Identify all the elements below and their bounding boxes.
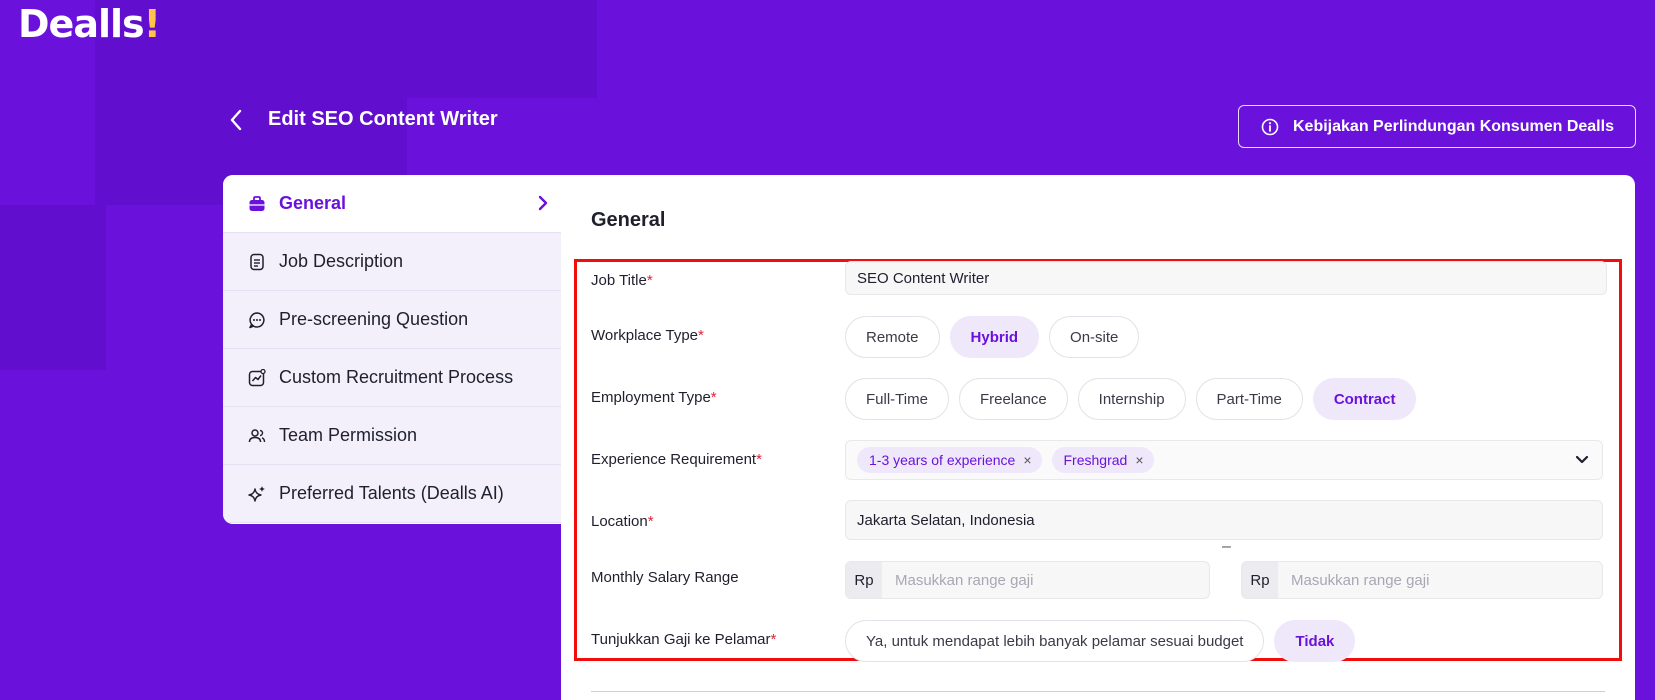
field-label-text: Monthly Salary Range: [591, 569, 739, 586]
required-mark: *: [710, 389, 717, 406]
sidebar-item-label: Team Permission: [279, 425, 418, 445]
sidebar-item-general[interactable]: General: [223, 175, 561, 233]
background-tile: [0, 205, 106, 370]
field-label-text: Job Title: [591, 272, 647, 289]
currency-prefix: Rp: [1242, 562, 1278, 598]
sidebar-item-team-permission[interactable]: Team Permission: [223, 407, 561, 465]
salary-range-separator: –: [1222, 538, 1231, 555]
info-icon: [1261, 118, 1279, 135]
workplace-option-remote[interactable]: Remote: [845, 316, 940, 358]
currency-prefix: Rp: [846, 562, 882, 598]
back-button[interactable]: [224, 106, 248, 134]
employment-option-contract[interactable]: Contract: [1312, 378, 1417, 420]
field-label-text: Workplace Type: [591, 327, 698, 344]
job-title-value: SEO Content Writer: [857, 269, 990, 287]
employment-type-label: Employment Type*: [591, 389, 717, 406]
sidebar-item-label: Pre-screening Question: [279, 309, 469, 329]
monthly-salary-label: Monthly Salary Range: [591, 569, 739, 586]
experience-tag: 1-3 years of experience ×: [857, 447, 1042, 473]
sidebar-item-preferred-talents[interactable]: Preferred Talents (Dealls AI): [223, 465, 561, 523]
workplace-type-options: Remote Hybrid On-site: [845, 316, 1140, 358]
sidebar-item-custom-recruitment-process[interactable]: Custom Recruitment Process: [223, 349, 561, 407]
logo-accent: !: [143, 2, 161, 46]
consumer-protection-policy-button[interactable]: Kebijakan Perlindungan Konsumen Dealls: [1238, 105, 1636, 148]
salary-min-input[interactable]: [882, 562, 1209, 598]
section-divider: [591, 691, 1605, 692]
sidebar-item-job-description[interactable]: Job Description: [223, 233, 561, 291]
required-mark: *: [647, 513, 654, 530]
sidebar-item-label: Preferred Talents (Dealls AI): [279, 483, 504, 503]
logo-text: Dealls: [18, 2, 145, 46]
background-tile: [407, 0, 597, 98]
required-mark: *: [698, 327, 704, 344]
required-mark: *: [646, 272, 653, 289]
experience-requirement-label: Experience Requirement*: [591, 451, 762, 468]
required-mark: *: [756, 451, 762, 468]
chat-icon: [247, 310, 267, 330]
tag-label: 1-3 years of experience: [869, 452, 1016, 468]
show-salary-options: Ya, untuk mendapat lebih banyak pelamar …: [845, 620, 1356, 662]
document-icon: [247, 252, 267, 272]
show-salary-option-yes[interactable]: Ya, untuk mendapat lebih banyak pelamar …: [845, 620, 1265, 662]
location-value: Jakarta Selatan, Indonesia: [857, 511, 1035, 529]
page-title: Edit SEO Content Writer: [268, 108, 498, 130]
remove-tag-icon[interactable]: ×: [1135, 452, 1143, 468]
chevron-left-icon: [230, 109, 242, 131]
employment-option-internship[interactable]: Internship: [1077, 378, 1186, 420]
general-form-card: General Job Title* SEO Content Writer Wo…: [561, 175, 1635, 700]
workplace-option-on-site[interactable]: On-site: [1049, 316, 1140, 358]
job-title-label: Job Title*: [591, 272, 653, 289]
section-title: General: [591, 209, 666, 231]
workplace-type-label: Workplace Type*: [591, 327, 704, 344]
dealls-logo[interactable]: Dealls!: [18, 2, 161, 46]
job-title-input[interactable]: SEO Content Writer: [845, 261, 1607, 295]
briefcase-icon: [247, 194, 267, 214]
salary-max-field: Rp: [1241, 561, 1603, 599]
location-input[interactable]: Jakarta Selatan, Indonesia: [845, 500, 1603, 540]
employment-option-part-time[interactable]: Part-Time: [1195, 378, 1303, 420]
salary-min-field: Rp: [845, 561, 1210, 599]
employment-option-freelance[interactable]: Freelance: [958, 378, 1068, 420]
show-salary-option-no[interactable]: Tidak: [1274, 620, 1356, 662]
field-label-text: Employment Type: [591, 389, 711, 406]
chevron-right-icon: [537, 194, 549, 217]
remove-tag-icon[interactable]: ×: [1023, 452, 1031, 468]
sparkle-icon: [247, 484, 267, 504]
salary-max-input[interactable]: [1278, 562, 1602, 598]
experience-tag: Freshgrad ×: [1051, 447, 1154, 473]
experience-multiselect[interactable]: 1-3 years of experience × Freshgrad ×: [845, 440, 1603, 480]
show-salary-label: Tunjukkan Gaji ke Pelamar*: [591, 631, 776, 648]
sidebar-item-label: Custom Recruitment Process: [279, 367, 514, 387]
field-label-text: Experience Requirement: [591, 451, 757, 468]
tag-label: Freshgrad: [1063, 452, 1128, 468]
policy-button-label: Kebijakan Perlindungan Konsumen Dealls: [1293, 117, 1614, 135]
chart-icon: [247, 368, 267, 388]
employment-type-options: Full-Time Freelance Internship Part-Time…: [845, 378, 1417, 420]
sidebar-item-label: General: [279, 193, 347, 213]
field-label-text: Tunjukkan Gaji ke Pelamar: [591, 631, 771, 648]
required-mark: *: [770, 631, 777, 648]
sidebar-item-label: Job Description: [279, 251, 404, 271]
sidebar-item-pre-screening-question[interactable]: Pre-screening Question: [223, 291, 561, 349]
location-label: Location*: [591, 513, 654, 530]
users-icon: [247, 426, 267, 446]
sidebar: General Job Description Pre-screening Qu…: [223, 175, 561, 524]
field-label-text: Location: [591, 513, 648, 530]
employment-option-full-time[interactable]: Full-Time: [845, 378, 949, 420]
chevron-down-icon[interactable]: [1574, 453, 1590, 471]
workplace-option-hybrid[interactable]: Hybrid: [949, 316, 1040, 358]
